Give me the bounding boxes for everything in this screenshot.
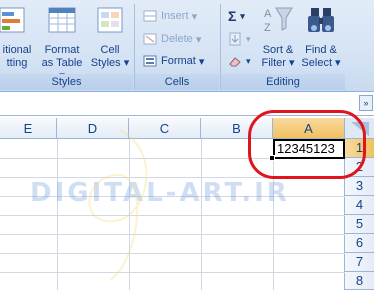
- conditional-formatting-label-2: tting: [6, 57, 28, 69]
- grid-line: [0, 253, 345, 254]
- cell-styles-label-2: Styles ▾: [90, 57, 130, 69]
- binoculars-icon: [308, 8, 334, 32]
- sort-filter-button[interactable]: A Z Sort & Filter ▾: [256, 4, 300, 70]
- row-header-6[interactable]: 6: [345, 234, 374, 253]
- format-as-table-label: Format: [44, 44, 80, 56]
- insert-label: Insert: [161, 10, 189, 22]
- delete-button[interactable]: Delete ▾: [143, 30, 201, 48]
- format-cells-icon: [143, 55, 157, 67]
- fill-down-icon: [229, 32, 241, 46]
- eraser-icon: [229, 57, 241, 67]
- autosum-button[interactable]: Σ ▾: [228, 7, 245, 25]
- column-header-e[interactable]: E: [0, 118, 57, 139]
- conditional-formatting-button[interactable]: itional tting: [0, 4, 34, 70]
- row-header-8[interactable]: 8: [345, 272, 374, 290]
- conditional-formatting-label: itional: [2, 44, 32, 56]
- sort-filter-label: Sort &: [262, 44, 294, 56]
- fill-button[interactable]: ▾: [228, 30, 251, 48]
- row-header-7[interactable]: 7: [345, 253, 374, 272]
- format-button[interactable]: Format ▾: [143, 52, 204, 70]
- find-select-label: Find &: [305, 44, 337, 56]
- clear-button[interactable]: ▾: [228, 52, 251, 70]
- delete-label: Delete: [161, 33, 193, 45]
- highlight-oval: [248, 110, 366, 179]
- row-header-3[interactable]: 3: [345, 177, 374, 196]
- chevron-down-icon: »: [363, 98, 369, 108]
- format-label: Format: [161, 55, 196, 67]
- watermark-swirl: [88, 129, 148, 281]
- sort-filter-label-2: Filter ▾: [261, 57, 295, 69]
- cell-styles-icon: [97, 7, 123, 33]
- expand-formula-bar-button[interactable]: »: [359, 95, 373, 111]
- svg-text:Z: Z: [264, 22, 271, 34]
- row-header-4[interactable]: 4: [345, 196, 374, 215]
- delete-cells-icon: [143, 33, 157, 45]
- ribbon: itional tting Format as Table ▾ Cell Sty…: [0, 0, 374, 92]
- svg-text:A: A: [264, 8, 272, 20]
- cell-styles-button[interactable]: Cell Styles ▾: [90, 4, 130, 70]
- styles-group-label: Styles: [0, 74, 133, 90]
- find-select-label-2: Select ▾: [301, 57, 341, 69]
- insert-cells-icon: [143, 10, 157, 22]
- grid-line: [0, 234, 345, 235]
- cells-group-label: Cells: [135, 74, 219, 90]
- cell-styles-label: Cell: [100, 44, 120, 56]
- row-header-5[interactable]: 5: [345, 215, 374, 234]
- grid-line: [0, 215, 345, 216]
- sort-filter-icon: A Z: [264, 7, 293, 34]
- editing-group-label: Editing: [221, 74, 345, 90]
- grid-line: [0, 272, 345, 273]
- insert-button[interactable]: Insert ▾: [143, 7, 197, 25]
- format-as-table-icon: [48, 7, 76, 33]
- format-as-table-button[interactable]: Format as Table ▾: [38, 4, 86, 83]
- autosum-icon: Σ: [228, 8, 237, 24]
- conditional-formatting-icon: [0, 7, 25, 33]
- find-select-button[interactable]: Find & Select ▾: [300, 4, 342, 70]
